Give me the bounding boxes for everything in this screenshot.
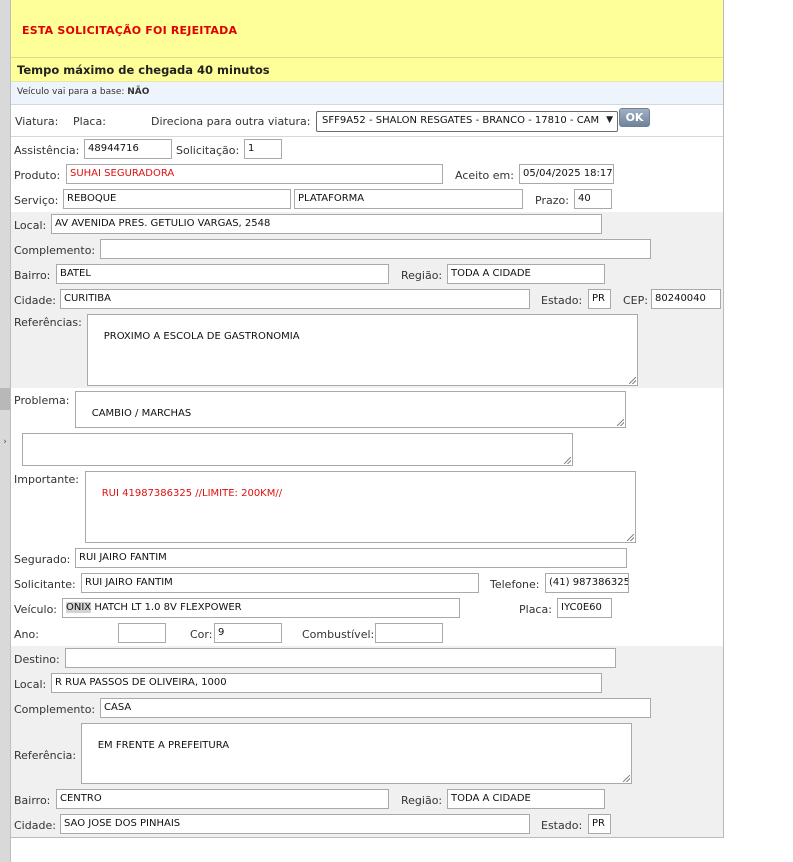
produto-label: Produto: <box>14 169 61 182</box>
cep-field[interactable]: 80240040 <box>651 289 721 309</box>
max-arrival-text: Tempo máximo de chegada 40 minutos <box>17 63 270 77</box>
destino-bairro-label: Bairro: <box>14 794 51 807</box>
destino-bairro-field[interactable]: CENTRO <box>56 789 389 809</box>
aceito-field[interactable]: 05/04/2025 18:17 <box>519 164 614 184</box>
divider <box>11 136 723 137</box>
assistencia-label: Assistência: <box>14 144 80 157</box>
referencias-text: PROXIMO A ESCOLA DE GASTRONOMIA <box>103 331 300 342</box>
veiculo-rest: HATCH LT 1.0 8V FLEXPOWER <box>91 602 242 613</box>
chevron-right-icon[interactable]: › <box>0 436 10 448</box>
combustivel-label: Combustível: <box>302 628 375 641</box>
local-field[interactable]: AV AVENIDA PRES. GETULIO VARGAS, 2548 <box>51 214 602 234</box>
resize-grip-icon[interactable] <box>564 457 571 464</box>
telefone-field[interactable]: (41) 987386325 <box>545 573 629 593</box>
solicitacao-label: Solicitação: <box>176 144 240 157</box>
request-panel: ESTA SOLICITAÇÃO FOI REJEITADA Tempo máx… <box>11 0 724 838</box>
destino-local-label: Local: <box>14 678 47 691</box>
cidade-field[interactable]: CURITIBA <box>60 289 530 309</box>
servico-label: Serviço: <box>14 194 59 207</box>
local-label: Local: <box>14 219 47 232</box>
problema-text: CAMBIO / MARCHAS <box>91 408 192 419</box>
viatura-select-value: SFF9A52 - SHALON RESGATES - BRANCO - 178… <box>322 115 600 126</box>
complemento-label: Complemento: <box>14 244 96 257</box>
combustivel-field[interactable] <box>375 623 443 643</box>
base-info-text: Veículo vai para a base: NÃO <box>17 87 149 97</box>
resize-grip-icon[interactable] <box>623 775 630 782</box>
destino-field[interactable] <box>65 648 616 668</box>
aceito-label: Aceito em: <box>455 169 514 182</box>
destino-regiao-field[interactable]: TODA A CIDADE <box>447 789 605 809</box>
chevron-down-icon: ▼ <box>606 115 613 125</box>
telefone-label: Telefone: <box>490 578 540 591</box>
rejection-message: ESTA SOLICITAÇÃO FOI REJEITADA <box>22 24 238 37</box>
cor-field[interactable]: 9 <box>214 623 282 643</box>
cor-label: Cor: <box>190 628 213 641</box>
segurado-label: Segurado: <box>14 553 71 566</box>
destino-referencia-text: EM FRENTE A PREFEITURA <box>97 740 230 751</box>
viatura-label: Viatura: <box>15 115 59 128</box>
estado-field[interactable]: PR <box>588 289 611 309</box>
importante-text: RUI 41987386325 //LIMITE: 200KM// <box>101 488 283 499</box>
cidade-label: Cidade: <box>14 294 56 307</box>
placa-field[interactable]: IYC0E60 <box>557 598 612 618</box>
viatura-select[interactable]: SFF9A52 - SHALON RESGATES - BRANCO - 178… <box>316 111 618 132</box>
destino-local-field[interactable]: R RUA PASSOS DE OLIVEIRA, 1000 <box>51 673 602 693</box>
problema-extra-field[interactable] <box>22 433 573 466</box>
prazo-label: Prazo: <box>535 194 569 207</box>
base-info-label: Veículo vai para a base: <box>17 87 125 97</box>
destino-cidade-field[interactable]: SAO JOSE DOS PINHAIS <box>60 814 530 834</box>
prazo-field[interactable]: 40 <box>574 189 612 209</box>
ok-button[interactable]: OK <box>619 108 650 127</box>
cep-label: CEP: <box>623 294 648 307</box>
bairro-field[interactable]: BATEL <box>56 264 389 284</box>
veiculo-field[interactable]: ONIX HATCH LT 1.0 8V FLEXPOWER <box>62 598 460 618</box>
ano-field[interactable] <box>118 623 166 643</box>
bairro-label: Bairro: <box>14 269 51 282</box>
placa-label: Placa: <box>73 115 106 128</box>
assistencia-field[interactable]: 48944716 <box>84 139 172 159</box>
produto-field[interactable]: SUHAI SEGURADORA <box>66 164 443 184</box>
base-info-value: NÃO <box>127 87 150 97</box>
regiao-label: Região: <box>401 269 443 282</box>
destino-regiao-label: Região: <box>401 794 443 807</box>
problema-label: Problema: <box>14 394 70 407</box>
importante-label: Importante: <box>14 473 80 486</box>
servico-tipo-field[interactable]: PLATAFORMA <box>294 189 523 209</box>
veiculo-label: Veículo: <box>14 603 58 616</box>
arrival-time-bar: Tempo máximo de chegada 40 minutos <box>11 58 723 82</box>
referencias-label: Referências: <box>14 316 82 329</box>
rejection-banner: ESTA SOLICITAÇÃO FOI REJEITADA <box>11 0 723 58</box>
importante-field[interactable]: RUI 41987386325 //LIMITE: 200KM// <box>85 471 636 543</box>
redirect-label: Direciona para outra viatura: <box>151 115 311 128</box>
resize-grip-icon[interactable] <box>629 377 636 384</box>
resize-grip-icon[interactable] <box>617 419 624 426</box>
referencias-field[interactable]: PROXIMO A ESCOLA DE GASTRONOMIA <box>87 314 638 386</box>
left-collapse-strip: › <box>0 0 11 862</box>
destino-referencia-label: Referência: <box>14 749 77 762</box>
collapse-handle[interactable] <box>0 388 10 410</box>
complemento-field[interactable] <box>100 239 651 259</box>
destino-estado-label: Estado: <box>541 819 583 832</box>
placa-veiculo-label: Placa: <box>519 603 552 616</box>
estado-label: Estado: <box>541 294 583 307</box>
destino-estado-field[interactable]: PR <box>588 814 611 834</box>
veiculo-highlight: ONIX <box>66 602 92 613</box>
destino-referencia-field[interactable]: EM FRENTE A PREFEITURA <box>81 723 632 784</box>
problema-field[interactable]: CAMBIO / MARCHAS <box>75 391 626 428</box>
servico-field[interactable]: REBOQUE <box>63 189 291 209</box>
base-info-bar: Veículo vai para a base: NÃO <box>11 82 723 105</box>
ano-label: Ano: <box>14 628 39 641</box>
segurado-field[interactable]: RUI JAIRO FANTIM <box>75 548 627 568</box>
regiao-field[interactable]: TODA A CIDADE <box>447 264 605 284</box>
destino-cidade-label: Cidade: <box>14 819 56 832</box>
solicitante-label: Solicitante: <box>14 578 76 591</box>
destino-label: Destino: <box>14 653 60 666</box>
solicitante-field[interactable]: RUI JAIRO FANTIM <box>81 573 479 593</box>
resize-grip-icon[interactable] <box>627 534 634 541</box>
solicitacao-field[interactable]: 1 <box>244 139 282 159</box>
destino-complemento-field[interactable]: CASA <box>100 698 651 718</box>
destino-complemento-label: Complemento: <box>14 703 96 716</box>
